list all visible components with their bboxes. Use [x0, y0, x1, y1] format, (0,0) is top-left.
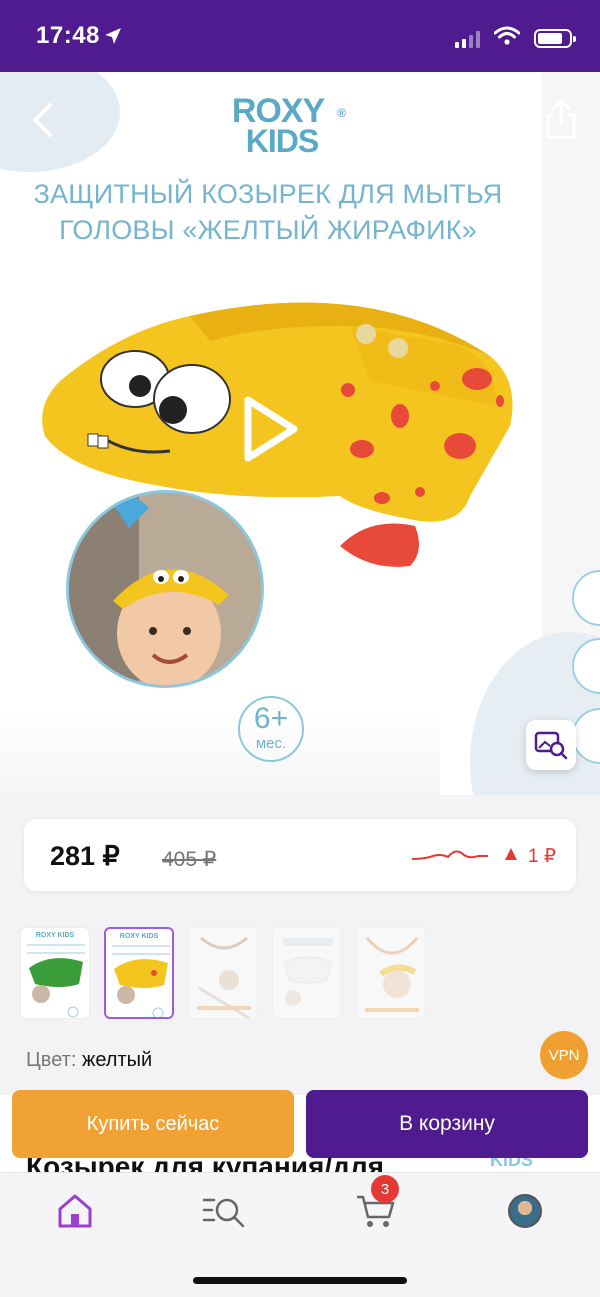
location-arrow-icon: [104, 27, 122, 50]
kid-photo: [66, 490, 264, 688]
thumbnail-4[interactable]: [272, 927, 342, 1019]
tab-catalog[interactable]: [194, 1191, 254, 1231]
thumbnail-2[interactable]: ROXY KIDS: [104, 927, 174, 1019]
play-icon: [244, 396, 298, 462]
action-bar: Купить сейчас В корзину: [0, 1084, 600, 1170]
product-details: 281 ₽ 405 ₽ 1 ₽ ROXY KIDS ROXY KIDS Цвет…: [0, 795, 600, 1095]
current-price: 281 ₽: [50, 841, 120, 871]
cellular-signal-icon: [455, 30, 480, 48]
avatar: [508, 1194, 542, 1228]
favorite-button[interactable]: [464, 100, 506, 140]
status-icons: [455, 26, 576, 51]
brand-registered-mark: ®: [337, 106, 346, 120]
chevron-left-icon: [33, 103, 52, 137]
product-image-title: ЗАЩИТНЫЙ КОЗЫРЕК ДЛЯ МЫТЬЯ ГОЛОВЫ «ЖЕЛТЫ…: [33, 179, 503, 245]
brand-logo: ROXY KIDS ®: [218, 92, 346, 159]
price-up-icon: [505, 848, 517, 860]
buy-now-button[interactable]: Купить сейчас: [12, 1090, 294, 1158]
price-history-sparkline: [411, 850, 488, 860]
thumbnail-image: [114, 959, 168, 1017]
screen: 17:48 ROXY KIDS ® ЗАЩИТНЫЙ КОЗЫРЕК ДЛЯ М…: [0, 0, 600, 1297]
brand-logo-line1: ROXY: [231, 92, 325, 130]
share-icon: [546, 99, 576, 139]
play-video-button[interactable]: [238, 394, 302, 469]
visual-search-button[interactable]: [526, 720, 576, 770]
catalog-search-icon: [202, 1198, 245, 1228]
thumbnail-image: [29, 958, 83, 1018]
thumbnail-3[interactable]: [188, 927, 258, 1019]
thumbnail-image: [283, 938, 333, 1006]
back-button[interactable]: [22, 100, 62, 140]
thumbnail-1[interactable]: ROXY KIDS: [20, 927, 90, 1019]
price-card[interactable]: 281 ₽ 405 ₽ 1 ₽: [24, 819, 576, 891]
product-gallery[interactable]: ROXY KIDS ® ЗАЩИТНЫЙ КОЗЫРЕК ДЛЯ МЫТЬЯ Г…: [0, 72, 600, 795]
thumbnail-strip: ROXY KIDS ROXY KIDS: [20, 927, 426, 1019]
share-button[interactable]: [540, 96, 582, 142]
home-indicator: [193, 1277, 407, 1284]
color-label: Цвет:: [26, 1049, 77, 1071]
brand-logo-line2: KIDS: [245, 123, 319, 159]
thumbnail-image: [365, 937, 419, 1012]
decor-floor: [0, 712, 440, 795]
cart-count-badge: 3: [371, 1175, 399, 1203]
old-price: 405 ₽: [162, 848, 217, 871]
image-search-icon: [534, 731, 568, 760]
add-to-cart-button[interactable]: В корзину: [306, 1090, 588, 1158]
tab-cart[interactable]: 3: [345, 1175, 405, 1231]
home-icon: [58, 1194, 92, 1228]
age-number: 6+: [253, 702, 289, 735]
water-icon: [572, 570, 600, 626]
tab-home[interactable]: [45, 1191, 105, 1231]
thumbnail-5[interactable]: [356, 927, 426, 1019]
thumbnail-image: [197, 936, 251, 1018]
age-unit: мес.: [255, 735, 287, 752]
status-bar: 17:48: [0, 0, 600, 72]
color-value: желтый: [81, 1049, 153, 1071]
tab-profile[interactable]: [495, 1191, 555, 1231]
vpn-badge[interactable]: VPN: [540, 1031, 588, 1079]
status-time: 17:48: [36, 22, 100, 49]
heart-icon: [466, 103, 504, 136]
color-row: Цвет: желтый: [26, 1049, 152, 1072]
age-badge: 6+ мес.: [238, 696, 304, 762]
wifi-icon: [493, 26, 521, 51]
price-change: 1 ₽: [528, 846, 556, 867]
battery-icon: [534, 29, 576, 48]
tab-bar: 3: [0, 1172, 600, 1297]
product-image: ROXY KIDS ® ЗАЩИТНЫЙ КОЗЫРЕК ДЛЯ МЫТЬЯ Г…: [0, 72, 542, 795]
